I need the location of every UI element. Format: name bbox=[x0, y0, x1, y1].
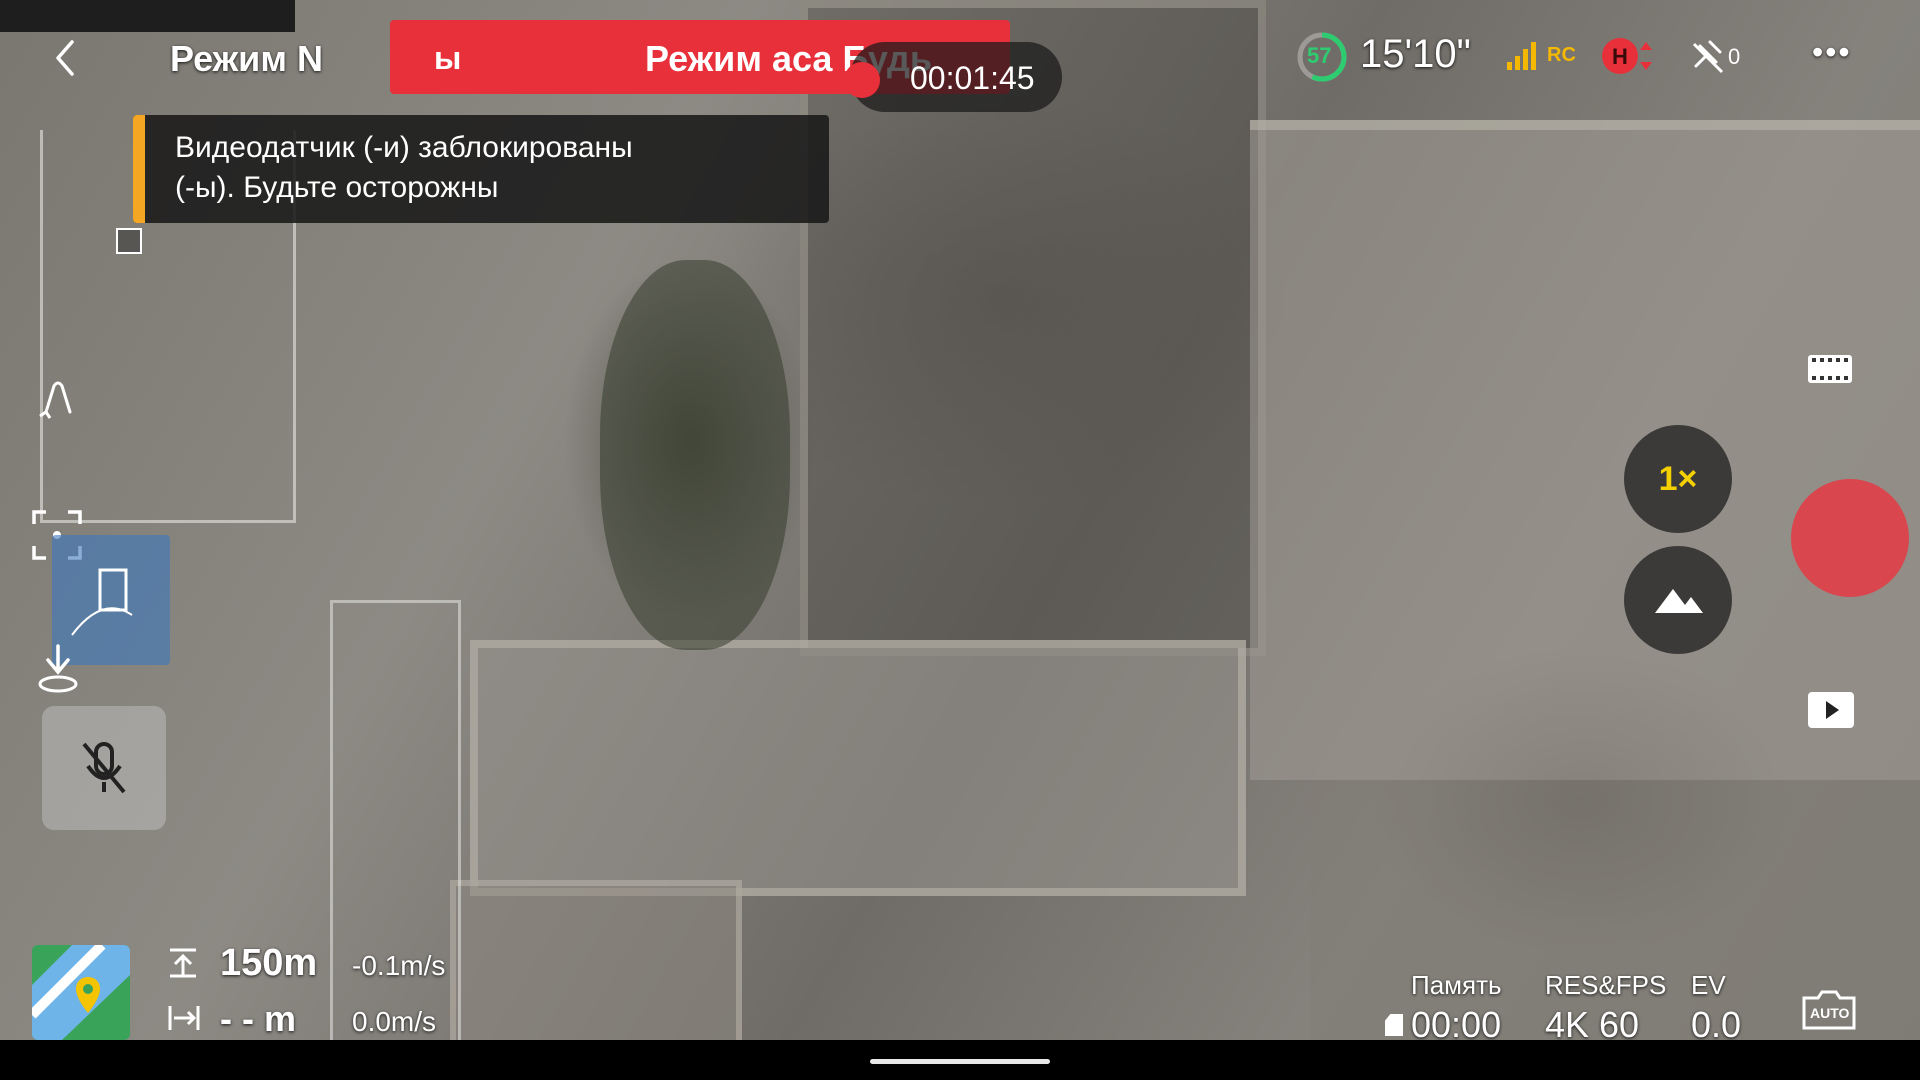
camera-info[interactable]: Память 00:00 RES&FPS 4K 60 EV 0.0 bbox=[1385, 970, 1765, 1045]
altitude-icon bbox=[170, 948, 196, 978]
distance-value: - - m bbox=[220, 998, 296, 1039]
map-icon bbox=[32, 945, 130, 1040]
shutter-stop-icon bbox=[1791, 479, 1909, 597]
film-mode-button[interactable] bbox=[1805, 350, 1855, 388]
distance-readout: - - m 0.0m/s bbox=[164, 998, 504, 1040]
camera-settings-button[interactable]: AUTO bbox=[1800, 988, 1858, 1032]
landing-button[interactable] bbox=[32, 372, 84, 424]
back-icon bbox=[56, 40, 74, 76]
obstacle-indicator[interactable]: H bbox=[1600, 34, 1660, 78]
auto-label: AUTO bbox=[1810, 1005, 1850, 1021]
horizontal-speed: 0.0m/s bbox=[352, 1006, 437, 1037]
banner-left-text: ы bbox=[434, 40, 462, 76]
flight-mode-label[interactable]: Режим N bbox=[170, 38, 323, 80]
mic-mute-button[interactable] bbox=[42, 706, 166, 830]
vertical-speed: -0.1m/s bbox=[352, 950, 446, 981]
mountain-icon bbox=[1655, 589, 1703, 613]
gimbal-button[interactable] bbox=[1624, 546, 1732, 654]
ruin-block-lower bbox=[470, 640, 1246, 896]
battery-percent: 57 bbox=[1307, 43, 1332, 68]
battery-indicator[interactable]: 57 bbox=[1295, 30, 1349, 84]
mic-muted-icon bbox=[82, 742, 126, 794]
rec-dot-icon bbox=[844, 62, 880, 98]
sd-card-icon bbox=[1385, 1014, 1403, 1036]
gps-icon bbox=[1692, 40, 1724, 74]
map-button[interactable] bbox=[32, 945, 130, 1040]
memory-label: Память bbox=[1411, 970, 1502, 1000]
rec-time: 00:01:45 bbox=[910, 60, 1035, 96]
resfps-label: RES&FPS bbox=[1545, 970, 1667, 1000]
redacted-box bbox=[0, 0, 295, 32]
playback-button[interactable] bbox=[1806, 690, 1856, 730]
shutter-button[interactable] bbox=[1775, 478, 1920, 598]
warning-box: Видеодатчик (-и) заблокированы (-ы). Буд… bbox=[133, 115, 829, 223]
altitude-readout: 150m -0.1m/s bbox=[164, 940, 504, 984]
return-home-icon bbox=[38, 644, 78, 693]
gps-indicator[interactable]: 0 bbox=[1690, 36, 1750, 76]
warning-line1: Видеодатчик (-и) заблокированы bbox=[175, 131, 633, 164]
film-icon bbox=[1808, 355, 1852, 383]
svg-text:H: H bbox=[1612, 44, 1628, 69]
sat-count: 0 bbox=[1728, 44, 1741, 69]
signal-indicator[interactable]: RC bbox=[1505, 38, 1576, 74]
more-button[interactable]: ••• bbox=[1812, 34, 1852, 71]
signal-icon bbox=[1507, 42, 1536, 70]
distance-icon bbox=[168, 1006, 200, 1030]
zoom-label: 1× bbox=[1658, 459, 1698, 498]
more-icon: ••• bbox=[1812, 34, 1852, 70]
obstacle-icon: H bbox=[1602, 38, 1652, 74]
return-home-button[interactable] bbox=[34, 640, 82, 696]
ruin-roof-large bbox=[1250, 120, 1920, 780]
altitude-value: 150m bbox=[220, 942, 318, 984]
flight-time: 15'10" bbox=[1360, 32, 1471, 76]
back-button[interactable] bbox=[48, 36, 84, 80]
ev-label: EV bbox=[1691, 970, 1726, 1000]
play-icon bbox=[1808, 692, 1854, 728]
signal-label: RC bbox=[1547, 44, 1576, 66]
landing-icon bbox=[39, 381, 72, 419]
zoom-button[interactable]: 1× bbox=[1624, 425, 1732, 533]
tree-canopy bbox=[600, 260, 790, 650]
warning-bar bbox=[133, 115, 145, 223]
recording-timer: 00:01:45 bbox=[844, 42, 1062, 112]
left-marker bbox=[116, 228, 142, 254]
warning-line2: (-ы). Будьте осторожны bbox=[175, 171, 499, 204]
home-indicator[interactable] bbox=[870, 1059, 1050, 1064]
